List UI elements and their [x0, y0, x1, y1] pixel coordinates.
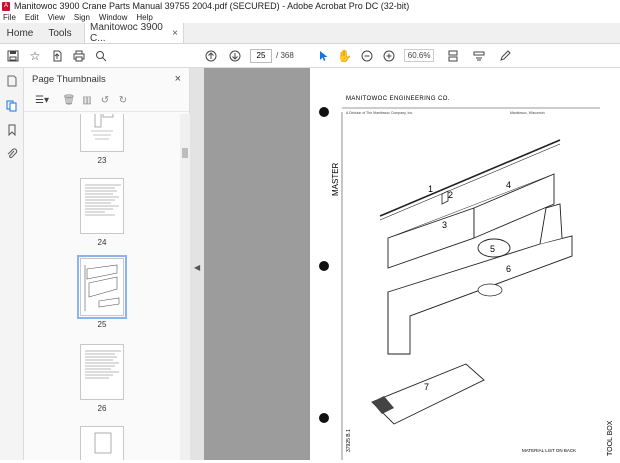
window-titlebar: A Manitowoc 3900 Crane Parts Manual 3975… — [0, 0, 620, 12]
tab-home[interactable]: Home — [0, 23, 40, 43]
thumbnail-label: 26 — [97, 404, 107, 413]
bookmark-star-icon[interactable]: ☆ — [26, 47, 44, 65]
page-display-icon[interactable] — [444, 47, 462, 65]
panel-title: Page Thumbnails — [32, 73, 106, 85]
bookmarks-icon[interactable] — [0, 118, 24, 142]
thumbnail-page-23[interactable] — [80, 114, 124, 152]
home-rail-icon[interactable] — [0, 68, 24, 94]
punch-hole — [319, 107, 329, 117]
tab-tools[interactable]: Tools — [40, 23, 80, 43]
page-total: / 368 — [276, 51, 294, 60]
thumbnail-item[interactable]: 23 — [24, 114, 180, 165]
thumbnail-page-25[interactable] — [77, 255, 127, 319]
menu-edit[interactable]: Edit — [25, 13, 39, 22]
material-list-note: MATERIAL LIST ON BACK — [522, 448, 576, 453]
thumbnail-list: 23 24 25 26 — [24, 114, 180, 460]
thumbnail-label: 23 — [97, 156, 107, 165]
thumbnail-page-26[interactable] — [80, 344, 124, 400]
scroll-mode-icon[interactable] — [470, 47, 488, 65]
company-subtitle: A Division of The Manitowoc Company, Inc… — [346, 111, 413, 115]
parts-drawing: 1 2 3 4 5 6 7 MANITOWOC ENGINEERING CO. … — [319, 96, 614, 460]
company-location: Manitowoc, Wisconsin — [510, 111, 545, 115]
callout: 2 — [448, 190, 453, 200]
callout: 5 — [490, 244, 495, 254]
zoom-in-icon[interactable] — [380, 47, 398, 65]
master-label: MASTER — [331, 162, 340, 196]
zoom-out-icon[interactable] — [358, 47, 376, 65]
acrobat-app-icon: A — [2, 1, 10, 11]
thumbnail-label: 25 — [97, 320, 107, 329]
print-icon[interactable] — [70, 47, 88, 65]
tab-bar: Home Tools Manitowoc 3900 C... × — [0, 22, 620, 44]
thumbnail-item[interactable]: 25 — [24, 255, 180, 329]
collapse-panel-icon[interactable]: ◀ — [194, 263, 200, 272]
pdf-page: 1 2 3 4 5 6 7 MANITOWOC ENGINEERING CO. … — [310, 68, 620, 460]
panel-close-icon[interactable]: × — [175, 73, 181, 85]
rotate-right-icon[interactable]: ↻ — [114, 93, 132, 109]
tab-document-label: Manitowoc 3900 C... — [90, 22, 163, 44]
zoom-level-select[interactable]: 60.6% — [403, 49, 435, 62]
tab-tools-label: Tools — [48, 27, 72, 39]
thumbnail-label: 24 — [97, 238, 107, 247]
page-number-input[interactable] — [250, 48, 272, 63]
menu-sign[interactable]: Sign — [74, 13, 90, 22]
delete-page-icon[interactable]: 🗑 — [60, 93, 78, 109]
thumbnail-scrollbar[interactable] — [180, 114, 190, 460]
attachments-icon[interactable] — [0, 142, 24, 166]
thumbnail-item[interactable]: 24 — [24, 178, 180, 247]
callout: 6 — [506, 264, 511, 274]
menu-help[interactable]: Help — [136, 13, 152, 22]
document-view[interactable]: 1 2 3 4 5 6 7 MANITOWOC ENGINEERING CO. … — [204, 68, 620, 460]
thumbnail-item[interactable] — [24, 426, 180, 460]
window-title: Manitowoc 3900 Crane Parts Manual 39755 … — [14, 1, 410, 11]
rotate-left-icon[interactable]: ↺ — [96, 93, 114, 109]
thumbnail-item[interactable]: 26 — [24, 344, 180, 413]
tab-close-icon[interactable]: × — [172, 28, 178, 39]
callout: 7 — [424, 382, 429, 392]
next-page-icon[interactable] — [226, 47, 244, 65]
annotate-pen-icon[interactable] — [496, 47, 514, 65]
page-thumbnails-icon[interactable] — [0, 94, 24, 118]
panel-splitter[interactable]: ◀ — [190, 68, 204, 460]
thumbnail-page-24[interactable] — [80, 178, 124, 234]
drawing-number: 37925 B.1 — [346, 429, 352, 452]
hand-tool-icon[interactable]: ✋ — [336, 47, 354, 65]
page-thumbnails-panel: Page Thumbnails × ☰▾ 🗑 ▥ ↺ ↻ 23 24 25 26 — [24, 68, 190, 460]
tool-box-label: TOOL BOX — [607, 420, 614, 456]
menu-file[interactable]: File — [3, 13, 16, 22]
company-name: MANITOWOC ENGINEERING CO. — [346, 96, 450, 102]
menu-window[interactable]: Window — [99, 13, 127, 22]
left-rail — [0, 68, 24, 460]
thumbnail-page-27[interactable] — [80, 426, 124, 460]
callout: 4 — [506, 180, 511, 190]
thumbnail-options-icon[interactable]: ☰▾ — [30, 93, 54, 109]
callout: 3 — [442, 220, 447, 230]
search-icon[interactable] — [92, 47, 110, 65]
panel-toolbar: ☰▾ 🗑 ▥ ↺ ↻ — [24, 90, 189, 112]
tab-document[interactable]: Manitowoc 3900 C... × — [84, 22, 184, 44]
callout: 1 — [428, 184, 433, 194]
punch-hole — [319, 261, 329, 271]
punch-hole — [319, 413, 329, 423]
save-icon[interactable] — [4, 47, 22, 65]
tab-home-label: Home — [6, 27, 34, 39]
select-cursor-icon[interactable] — [314, 47, 332, 65]
upload-icon[interactable] — [48, 47, 66, 65]
insert-page-icon[interactable]: ▥ — [78, 93, 96, 109]
previous-page-icon[interactable] — [202, 47, 220, 65]
main-toolbar: ☆ / 368 ✋ 60.6% — [0, 44, 620, 68]
menu-view[interactable]: View — [48, 13, 65, 22]
scrollbar-thumb[interactable] — [182, 148, 188, 158]
